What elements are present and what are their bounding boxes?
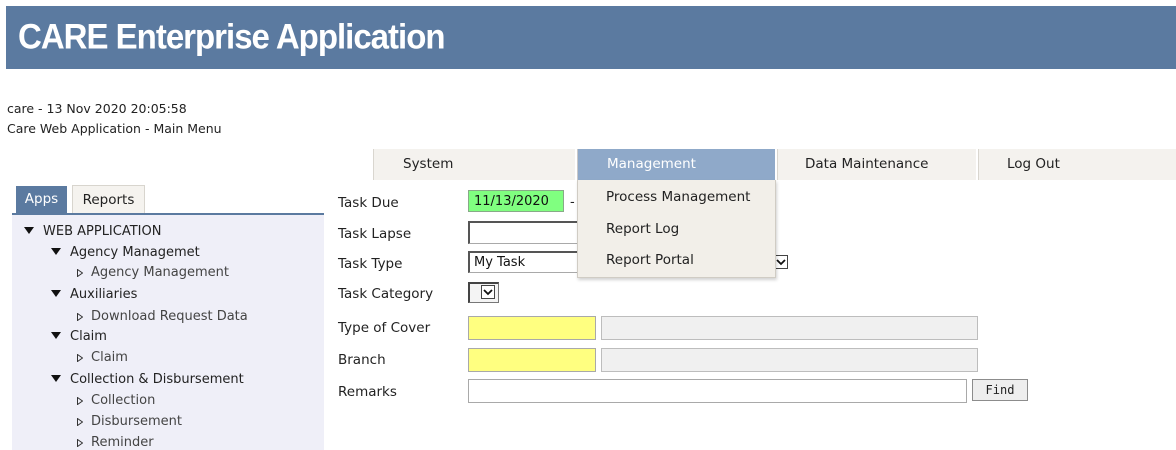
- tree-leaf-download-request-data[interactable]: Download Request Data: [77, 309, 248, 324]
- task-due-label: Task Due: [338, 195, 399, 211]
- find-button[interactable]: Find: [972, 379, 1028, 401]
- task-type-select[interactable]: My Task: [468, 251, 580, 273]
- remarks-label: Remarks: [338, 384, 397, 400]
- collapsed-arrow-icon: [77, 313, 83, 321]
- tab-apps[interactable]: Apps: [16, 186, 67, 213]
- collapsed-arrow-icon: [77, 397, 83, 405]
- nav-system[interactable]: System: [373, 149, 575, 180]
- chevron-down-icon[interactable]: [774, 255, 788, 269]
- expanded-arrow-icon[interactable]: [51, 248, 61, 255]
- date-range-separator: -: [570, 195, 575, 210]
- menu-tree: WEB APPLICATION Agency Managemet Agency …: [12, 215, 324, 450]
- menu-item-report-log[interactable]: Report Log: [606, 221, 679, 237]
- tree-leaf-claim[interactable]: Claim: [77, 350, 128, 365]
- nav-management[interactable]: Management: [577, 149, 775, 180]
- task-lapse-label: Task Lapse: [338, 226, 412, 242]
- task-category-select[interactable]: [468, 282, 499, 303]
- task-lapse-input[interactable]: [468, 221, 580, 244]
- collapsed-arrow-icon: [77, 269, 83, 277]
- task-category-label: Task Category: [338, 286, 434, 302]
- tree-node-web-application[interactable]: WEB APPLICATION: [24, 224, 161, 239]
- task-type-label: Task Type: [338, 256, 403, 272]
- page-subtitle: Care Web Application - Main Menu: [7, 121, 222, 136]
- collapsed-arrow-icon: [77, 354, 83, 362]
- tree-node-agency-managemet[interactable]: Agency Managemet: [51, 245, 200, 260]
- tree-node-collection-disbursement[interactable]: Collection & Disbursement: [51, 372, 244, 387]
- menu-item-process-management[interactable]: Process Management: [606, 189, 750, 205]
- nav-data-maintenance[interactable]: Data Maintenance: [777, 149, 976, 180]
- chevron-down-icon: [481, 285, 495, 299]
- menu-item-report-portal[interactable]: Report Portal: [606, 252, 694, 268]
- tab-reports[interactable]: Reports: [72, 185, 145, 213]
- type-of-cover-label: Type of Cover: [338, 320, 431, 336]
- tree-node-claim[interactable]: Claim: [51, 329, 107, 344]
- type-of-cover-description: [601, 316, 978, 340]
- tree-leaf-collection[interactable]: Collection: [77, 393, 155, 408]
- expanded-arrow-icon[interactable]: [51, 332, 61, 339]
- expanded-arrow-icon[interactable]: [51, 375, 61, 382]
- expanded-arrow-icon[interactable]: [24, 227, 34, 234]
- remarks-input[interactable]: [468, 379, 967, 403]
- branch-description: [601, 348, 978, 372]
- collapsed-arrow-icon: [77, 418, 83, 426]
- task-due-date-input[interactable]: [468, 190, 564, 212]
- nav-log-out[interactable]: Log Out: [978, 149, 1176, 180]
- app-title: CARE Enterprise Application: [18, 16, 446, 57]
- tree-leaf-disbursement[interactable]: Disbursement: [77, 414, 182, 429]
- session-info: care - 13 Nov 2020 20:05:58: [7, 101, 187, 116]
- app-header: CARE Enterprise Application: [6, 6, 1176, 69]
- expanded-arrow-icon[interactable]: [51, 290, 61, 297]
- tree-leaf-reminder[interactable]: Reminder: [77, 435, 154, 450]
- branch-label: Branch: [338, 352, 386, 368]
- branch-code-input[interactable]: [468, 348, 596, 372]
- tree-leaf-agency-management[interactable]: Agency Management: [77, 265, 229, 280]
- tree-node-auxiliaries[interactable]: Auxiliaries: [51, 287, 137, 302]
- collapsed-arrow-icon: [77, 439, 83, 447]
- type-of-cover-code-input[interactable]: [468, 316, 596, 340]
- management-dropdown: Process Management Report Log Report Por…: [577, 180, 776, 278]
